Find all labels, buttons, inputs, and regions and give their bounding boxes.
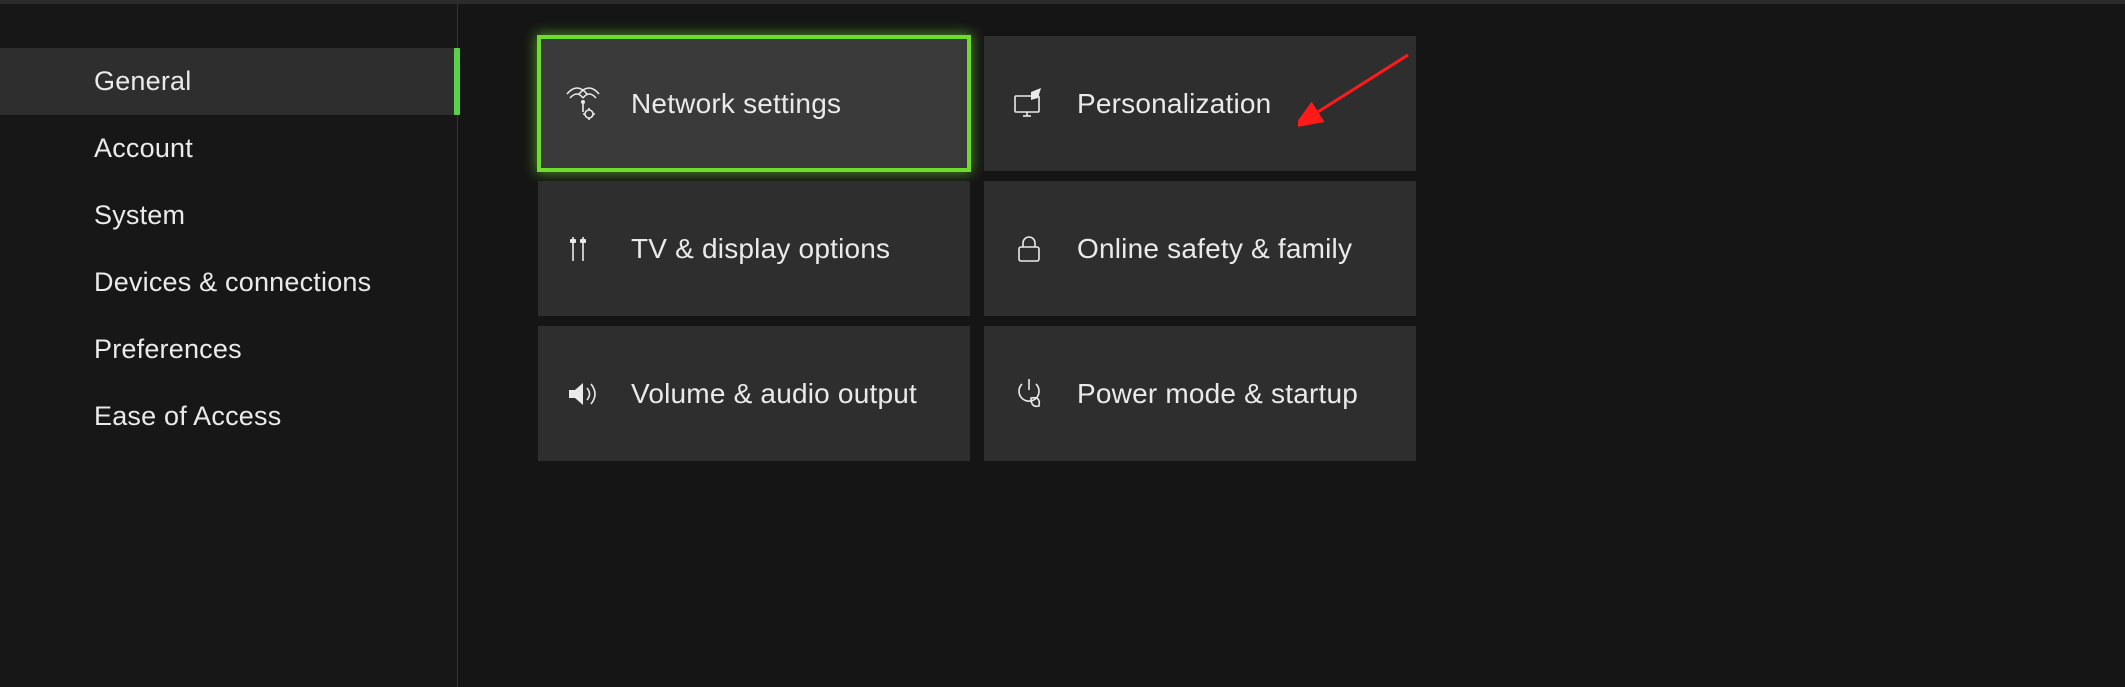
tile-grid: Network settings Personalization xyxy=(538,36,2125,461)
tile-label: Volume & audio output xyxy=(631,378,917,410)
tile-network-settings[interactable]: Network settings xyxy=(538,36,970,171)
sidebar-item-ease-of-access[interactable]: Ease of Access xyxy=(0,383,457,450)
main-panel: Network settings Personalization xyxy=(458,0,2125,687)
tile-tv-display[interactable]: TV & display options xyxy=(538,181,970,316)
tile-personalization[interactable]: Personalization xyxy=(984,36,1416,171)
lock-icon xyxy=(1011,231,1047,267)
sidebar-item-label: Preferences xyxy=(94,334,242,365)
sidebar-item-preferences[interactable]: Preferences xyxy=(0,316,457,383)
sidebar-item-label: General xyxy=(94,66,191,97)
personalization-icon xyxy=(1011,86,1047,122)
sidebar-item-label: Ease of Access xyxy=(94,401,281,432)
power-icon xyxy=(1011,376,1047,412)
tile-label: TV & display options xyxy=(631,233,890,265)
tile-label: Network settings xyxy=(631,88,841,120)
sidebar-item-system[interactable]: System xyxy=(0,182,457,249)
tile-online-safety[interactable]: Online safety & family xyxy=(984,181,1416,316)
network-icon xyxy=(565,86,601,122)
tile-power-startup[interactable]: Power mode & startup xyxy=(984,326,1416,461)
audio-icon xyxy=(565,376,601,412)
sidebar-item-label: Account xyxy=(94,133,193,164)
tile-label: Power mode & startup xyxy=(1077,378,1358,410)
sidebar-item-label: Devices & connections xyxy=(94,267,371,298)
sidebar-item-label: System xyxy=(94,200,185,231)
display-icon xyxy=(565,231,601,267)
tile-volume-audio[interactable]: Volume & audio output xyxy=(538,326,970,461)
tile-label: Online safety & family xyxy=(1077,233,1352,265)
sidebar-item-general[interactable]: General xyxy=(0,48,457,115)
sidebar-item-devices[interactable]: Devices & connections xyxy=(0,249,457,316)
sidebar-item-account[interactable]: Account xyxy=(0,115,457,182)
settings-screen: General Account System Devices & connect… xyxy=(0,0,2125,687)
tile-label: Personalization xyxy=(1077,88,1271,120)
sidebar: General Account System Devices & connect… xyxy=(0,0,458,687)
